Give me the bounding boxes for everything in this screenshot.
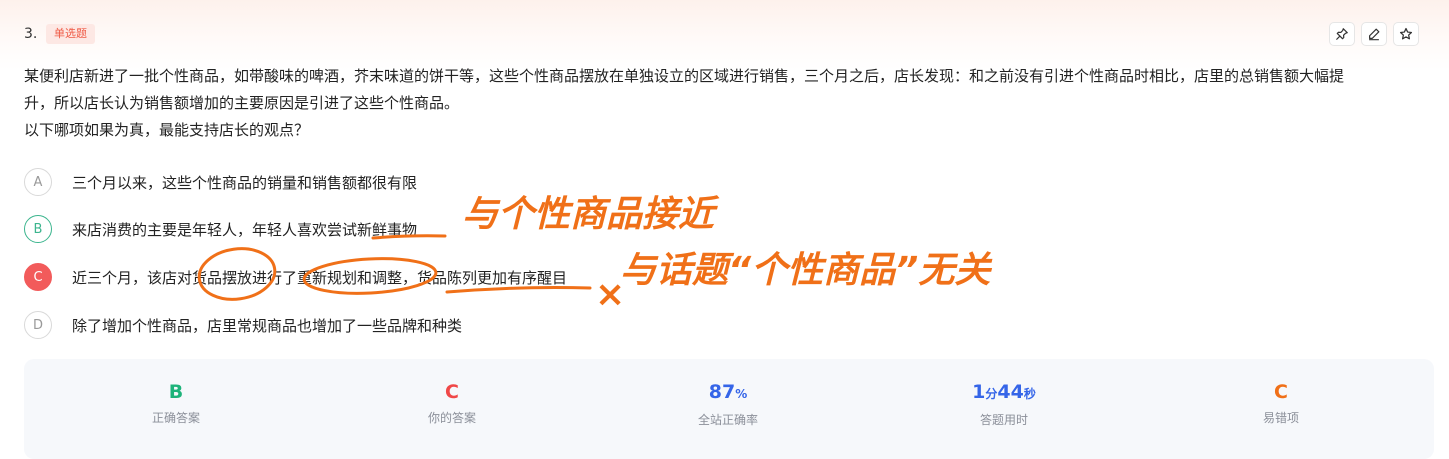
option-a[interactable]: A 三个月以来，这些个性商品的销量和销售额都很有限	[24, 168, 417, 196]
time-seconds: 44	[997, 381, 1024, 403]
time-label: 答题用时	[979, 413, 1028, 427]
stem-question: 以下哪项如果为真，最能支持店长的观点？	[24, 121, 310, 139]
question-stem: 某便利店新进了一批个性商品，如带酸味的啤酒，芥末味道的饼干等，这些个性商品摆放在…	[24, 63, 1436, 144]
pencil-icon	[1369, 28, 1380, 41]
question-number: 3.	[24, 26, 38, 42]
stat-accuracy: 87% 全站正确率	[628, 379, 828, 428]
common-wrong-label: 易错项	[1262, 411, 1299, 425]
accuracy-label: 全站正确率	[697, 413, 758, 427]
option-text: 近三个月，该店对货品摆放进行了重新规划和调整，货品陈列更加有序醒目	[72, 268, 568, 287]
stem-line: 某便利店新进了一批个性商品，如带酸味的啤酒，芥末味道的饼干等，这些个性商品摆放在…	[24, 67, 1345, 85]
stat-common-wrong: C 易错项	[1181, 379, 1381, 426]
option-b[interactable]: B 来店消费的主要是年轻人，年轻人喜欢尝试新鲜事物	[24, 215, 417, 243]
correct-answer-value: B	[168, 381, 184, 403]
option-d[interactable]: D 除了增加个性商品，店里常规商品也增加了一些品牌和种类	[24, 311, 462, 339]
accuracy-unit: %	[735, 387, 748, 401]
your-answer-label: 你的答案	[427, 411, 476, 425]
accuracy-value: 87%	[628, 379, 828, 407]
question-header: 3. 单选题	[24, 24, 95, 44]
option-text: 三个月以来，这些个性商品的销量和销售额都很有限	[72, 173, 418, 192]
stat-correct-answer: B 正确答案	[76, 379, 276, 426]
option-c[interactable]: C 近三个月，该店对货品摆放进行了重新规划和调整，货品陈列更加有序醒目	[24, 263, 567, 291]
common-wrong-value: C	[1274, 381, 1288, 403]
time-minutes-unit: 分	[985, 387, 998, 401]
correct-answer-label: 正确答案	[151, 411, 200, 425]
option-letter: A	[24, 168, 52, 196]
your-answer-value: C	[445, 381, 459, 403]
annotation-cross: ×	[595, 274, 625, 315]
answer-stats-panel: B 正确答案 C 你的答案 87% 全站正确率 1分44秒 答题用时 C 易错项	[24, 359, 1434, 459]
annotation-note-b: 与个性商品接近	[462, 194, 720, 235]
time-minutes: 1	[972, 381, 986, 403]
stem-line: 升，所以店长认为销售额增加的主要原因是引进了这些个性商品。	[24, 94, 460, 112]
option-text: 除了增加个性商品，店里常规商品也增加了一些品牌和种类	[72, 316, 463, 335]
option-letter: C	[24, 263, 52, 291]
star-icon	[1399, 27, 1413, 40]
option-letter: B	[24, 215, 52, 243]
edit-note-button[interactable]	[1361, 22, 1387, 46]
favorite-button[interactable]	[1393, 22, 1419, 46]
annotation-note-c: 与话题“个性商品”无关	[620, 250, 993, 291]
time-seconds-unit: 秒	[1023, 387, 1036, 401]
time-value: 1分44秒	[904, 379, 1104, 407]
stat-your-answer: C 你的答案	[352, 379, 552, 426]
pin-button[interactable]	[1329, 22, 1355, 46]
question-toolbar	[1329, 22, 1419, 46]
option-text: 来店消费的主要是年轻人，年轻人喜欢尝试新鲜事物	[72, 220, 418, 239]
stat-time-spent: 1分44秒 答题用时	[904, 379, 1104, 428]
pin-icon	[1336, 28, 1348, 40]
accuracy-number: 87	[708, 381, 736, 403]
question-type-badge: 单选题	[46, 24, 95, 44]
header-background	[0, 0, 1449, 70]
option-letter: D	[24, 311, 52, 339]
